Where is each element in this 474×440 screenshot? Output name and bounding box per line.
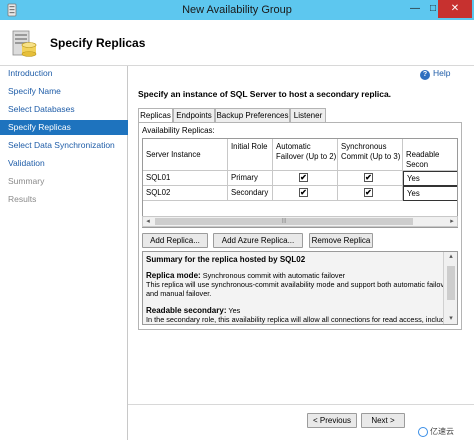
readable-secondary-select[interactable]: Yes: [403, 171, 457, 186]
initial-role-cell: Secondary: [228, 186, 273, 201]
instruction-text: Specify an instance of SQL Server to hos…: [138, 89, 392, 99]
previous-button[interactable]: < Previous: [307, 413, 357, 428]
scroll-right-icon[interactable]: ▸: [447, 217, 457, 226]
sidebar-item-specify-replicas[interactable]: Specify Replicas: [0, 120, 128, 135]
readable-secondary-label: Readable secondary:: [146, 306, 227, 315]
sidebar-item-select-data-synchronization[interactable]: Select Data Synchronization: [0, 138, 128, 153]
page-title: Specify Replicas: [50, 36, 146, 50]
automatic-failover-cell: ✔: [273, 186, 338, 201]
sidebar-item-validation[interactable]: Validation: [0, 156, 128, 171]
help-icon: ?: [420, 70, 430, 80]
watermark: 亿速云: [418, 426, 454, 437]
readable-secondary-select[interactable]: Yes: [403, 186, 457, 201]
help-link[interactable]: ? Help: [420, 68, 450, 80]
sidebar-item-introduction[interactable]: Introduction: [0, 66, 128, 81]
watermark-text: 亿速云: [430, 427, 454, 436]
initial-role-cell: Primary: [228, 171, 273, 186]
tab-replicas[interactable]: Replicas: [138, 108, 173, 123]
column-header-server-instance[interactable]: Server Instance: [143, 139, 228, 171]
availability-replicas-label: Availability Replicas:: [142, 126, 215, 135]
replica-summary-panel: Summary for the replica hosted by SQL02 …: [142, 251, 458, 325]
summary-vertical-scrollbar[interactable]: ▴ ▾: [443, 252, 457, 324]
server-instance-cell[interactable]: SQL01: [143, 171, 228, 186]
column-header-automatic-failover[interactable]: Automatic Failover (Up to 2): [273, 139, 338, 171]
readable-secondary-value: Yes: [228, 306, 241, 315]
watermark-logo-icon: [418, 426, 428, 437]
automatic-failover-cell: ✔: [273, 171, 338, 186]
sidebar-item-results: Results: [8, 194, 37, 204]
next-button[interactable]: Next >: [361, 413, 405, 428]
summary-title: Summary for the replica hosted by SQL02: [146, 255, 306, 264]
server-instance-cell[interactable]: SQL02: [143, 186, 228, 201]
close-button[interactable]: ✕: [438, 0, 472, 18]
automatic-failover-checkbox[interactable]: ✔: [299, 188, 308, 197]
scroll-down-icon[interactable]: ▾: [444, 314, 457, 324]
tab-backup-preferences[interactable]: Backup Preferences: [215, 108, 290, 122]
remove-replica-button[interactable]: Remove Replica: [309, 233, 373, 248]
synchronous-commit-cell: ✔: [338, 186, 403, 201]
column-header-initial-role[interactable]: Initial Role: [228, 139, 273, 171]
synchronous-commit-checkbox[interactable]: ✔: [364, 188, 373, 197]
sidebar-item-summary: Summary: [8, 176, 45, 186]
database-server-icon: [12, 30, 37, 57]
footer-divider: [128, 404, 474, 405]
scrollbar-thumb[interactable]: |||: [155, 218, 413, 225]
replica-mode-description: This replica will use synchronous-commit…: [146, 280, 451, 289]
replicas-grid: Server Instance Initial Role Automatic F…: [142, 138, 458, 228]
help-label: Help: [433, 68, 451, 78]
sidebar-item-select-databases[interactable]: Select Databases: [0, 102, 128, 117]
readable-secondary-description: In the secondary role, this availability…: [146, 315, 455, 324]
automatic-failover-checkbox[interactable]: ✔: [299, 173, 308, 182]
grid-horizontal-scrollbar[interactable]: ◂ ||| ▸: [142, 216, 458, 227]
synchronous-commit-cell: ✔: [338, 171, 403, 186]
replica-mode-value: Synchronous commit with automatic failov…: [202, 271, 346, 280]
page-header: Specify Replicas: [0, 20, 474, 66]
tab-endpoints[interactable]: Endpoints: [173, 108, 215, 122]
scroll-left-icon[interactable]: ◂: [143, 217, 153, 226]
sidebar-item-specify-name[interactable]: Specify Name: [0, 84, 128, 99]
wizard-steps-sidebar: Introduction Specify Name Select Databas…: [0, 66, 128, 440]
replica-mode-description-continued: and manual failover.: [146, 289, 212, 298]
readable-secondary-line: Readable secondary: Yes: [146, 306, 240, 315]
column-header-synchronous-commit[interactable]: Synchronous Commit (Up to 3): [338, 139, 403, 171]
title-bar: New Availability Group — □ ✕: [0, 0, 474, 20]
tab-listener[interactable]: Listener: [290, 108, 326, 122]
add-replica-button[interactable]: Add Replica...: [142, 233, 208, 248]
replica-mode-line: Replica mode: Synchronous commit with au…: [146, 271, 345, 280]
scrollbar-thumb[interactable]: [447, 266, 455, 300]
scroll-up-icon[interactable]: ▴: [444, 252, 457, 262]
column-header-readable-secondary[interactable]: Readable Secon: [403, 139, 457, 171]
replica-mode-label: Replica mode:: [146, 271, 201, 280]
synchronous-commit-checkbox[interactable]: ✔: [364, 173, 373, 182]
add-azure-replica-button[interactable]: Add Azure Replica...: [213, 233, 303, 248]
